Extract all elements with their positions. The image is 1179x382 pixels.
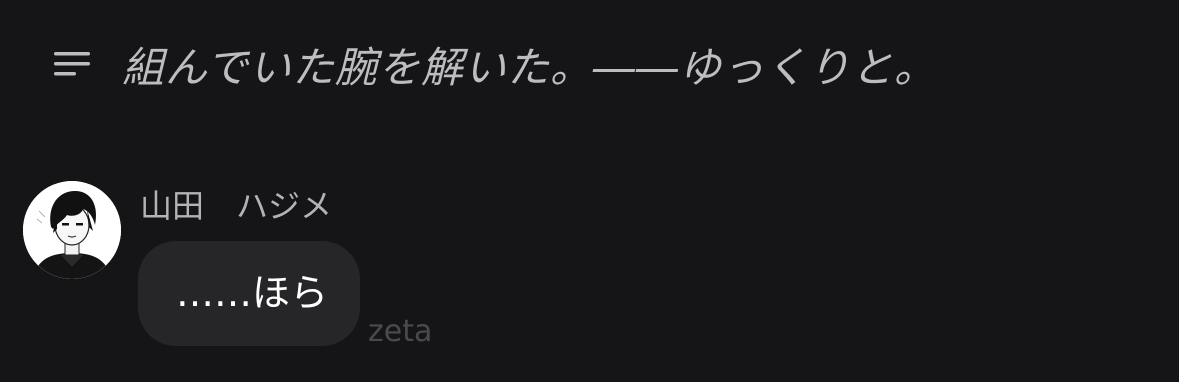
narration-text: 組んでいた腕を解いた。――ゆっくりと。 xyxy=(122,43,937,92)
avatar[interactable] xyxy=(23,181,121,279)
sender-name: 山田 ハジメ xyxy=(140,187,333,225)
narration-row: 組んでいた腕を解いた。――ゆっくりと。 xyxy=(0,0,1179,140)
watermark: zeta xyxy=(368,314,433,349)
message-bubble[interactable]: ……ほら xyxy=(138,241,360,346)
message-text: ……ほら xyxy=(176,271,329,315)
character-portrait-icon xyxy=(23,181,121,279)
menu-lines-icon[interactable] xyxy=(52,50,92,80)
